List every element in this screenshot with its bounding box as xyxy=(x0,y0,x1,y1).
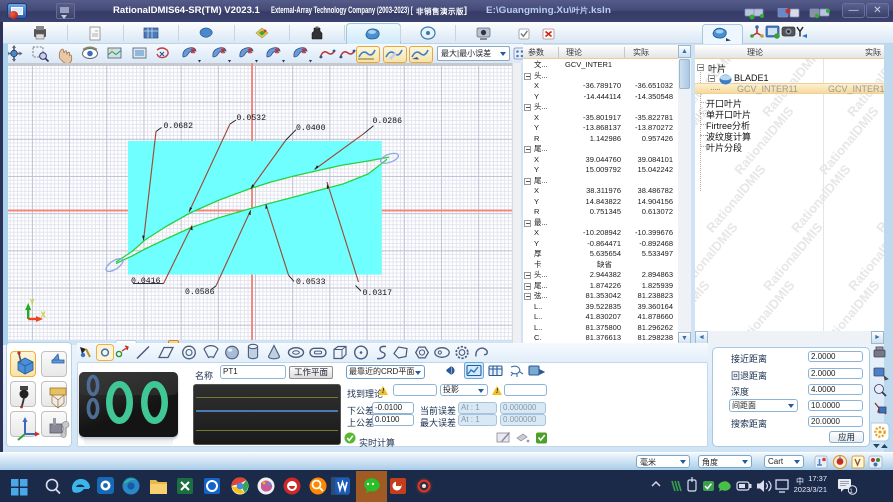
svg-text:X: X xyxy=(41,311,47,320)
svg-text:0.0586: 0.0586 xyxy=(185,288,215,297)
svg-text:0.0682: 0.0682 xyxy=(164,122,194,131)
svg-text:0.0416: 0.0416 xyxy=(131,277,161,286)
svg-text:0.0317: 0.0317 xyxy=(363,289,393,298)
svg-text:0.0286: 0.0286 xyxy=(373,117,403,126)
svg-text:0.0533: 0.0533 xyxy=(296,278,326,287)
svg-text:0.0400: 0.0400 xyxy=(296,124,326,133)
svg-text:Y: Y xyxy=(30,298,36,307)
svg-text:1: 1 xyxy=(849,488,853,495)
svg-text:0.0532: 0.0532 xyxy=(237,114,267,123)
